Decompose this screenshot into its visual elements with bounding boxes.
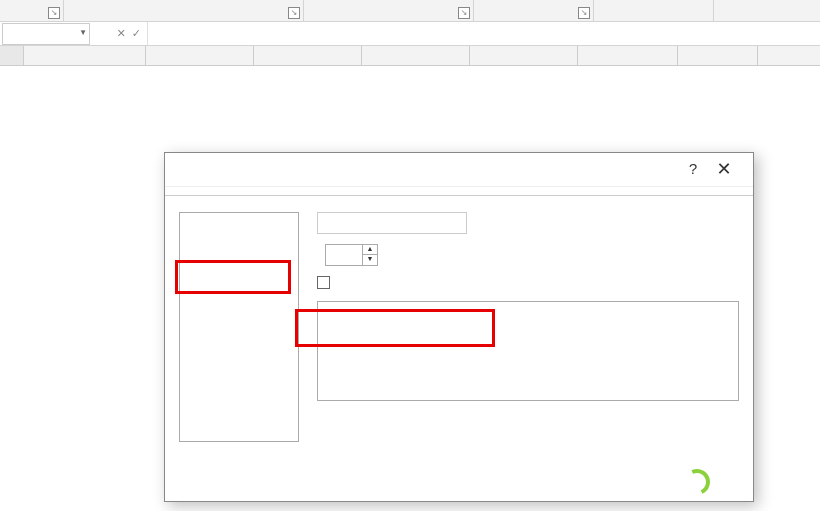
ribbon-group-font: ↘ <box>64 0 304 21</box>
col-header-G[interactable] <box>678 46 758 65</box>
dialog-titlebar[interactable]: ? ✕ <box>165 153 753 187</box>
close-icon[interactable]: ✕ <box>707 159 741 180</box>
select-all-corner[interactable] <box>0 46 24 65</box>
ribbon-group-alignment: ↘ <box>304 0 474 21</box>
format-cells-dialog: ? ✕ ▲ ▼ <box>164 152 754 502</box>
ribbon-group-number: ↘ <box>474 0 594 21</box>
dialog-launcher-icon[interactable]: ↘ <box>48 7 60 19</box>
formula-bar-row: ▼ ✕ ✓ <box>0 22 820 46</box>
thousands-separator-checkbox[interactable] <box>317 276 330 289</box>
col-header-B[interactable] <box>146 46 254 65</box>
spin-down-icon[interactable]: ▼ <box>363 255 377 265</box>
spin-up-icon[interactable]: ▲ <box>363 245 377 255</box>
decimal-places-input[interactable] <box>326 248 362 262</box>
col-header-E[interactable] <box>470 46 578 65</box>
category-list[interactable] <box>179 212 299 442</box>
ribbon-groups: ↘ ↘ ↘ ↘ <box>0 0 820 22</box>
name-box[interactable]: ▼ <box>2 23 90 45</box>
dialog-tabs <box>165 187 753 196</box>
col-header-A[interactable] <box>24 46 146 65</box>
ribbon-group-clipboard: ↘ <box>0 0 64 21</box>
cancel-icon[interactable]: ✕ <box>117 27 126 40</box>
dialog-launcher-icon[interactable]: ↘ <box>288 7 300 19</box>
dialog-launcher-icon[interactable]: ↘ <box>458 7 470 19</box>
dialog-launcher-icon[interactable]: ↘ <box>578 7 590 19</box>
formula-buttons: ✕ ✓ <box>90 22 148 45</box>
col-header-C[interactable] <box>254 46 362 65</box>
negative-numbers-list[interactable] <box>317 301 739 401</box>
sample-value <box>317 212 467 234</box>
chevron-down-icon[interactable]: ▼ <box>79 28 87 37</box>
help-icon[interactable]: ? <box>679 161 707 178</box>
col-header-D[interactable] <box>362 46 470 65</box>
col-header-H[interactable] <box>758 46 818 65</box>
decimal-places-stepper[interactable]: ▲ ▼ <box>325 244 378 266</box>
accept-icon[interactable]: ✓ <box>132 27 141 40</box>
column-headers <box>0 46 820 66</box>
col-header-F[interactable] <box>578 46 678 65</box>
ribbon-group-cells <box>714 0 800 21</box>
ribbon-group-styles <box>594 0 714 21</box>
